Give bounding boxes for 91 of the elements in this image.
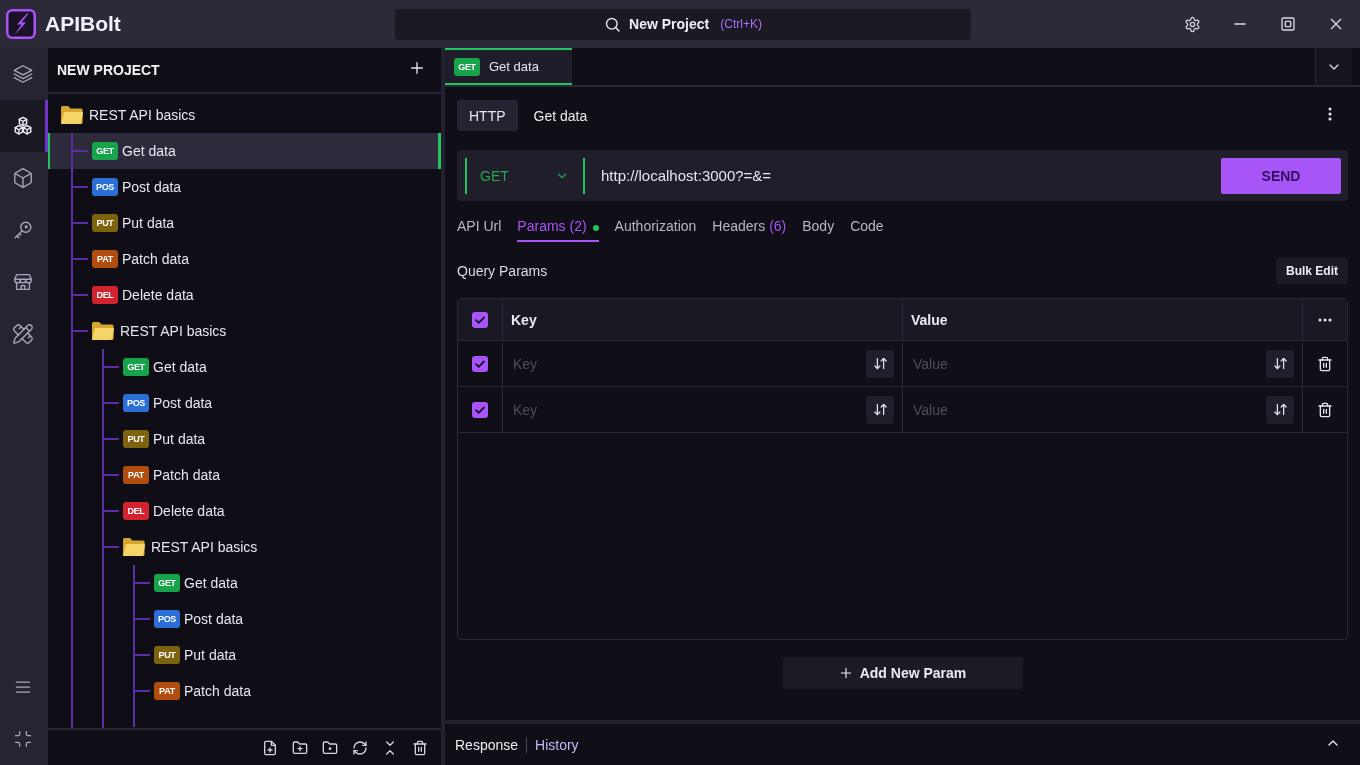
folder-icon xyxy=(61,106,83,124)
logo-icon xyxy=(6,9,36,39)
method-select[interactable]: GET xyxy=(465,157,585,194)
tree-item[interactable]: PUT Put data xyxy=(48,421,441,457)
column-header: Value xyxy=(910,311,948,328)
section-tab[interactable]: Params (2) xyxy=(517,212,599,242)
method-tag: PAT xyxy=(123,466,149,484)
method-tag: PAT xyxy=(92,250,118,268)
protocol-button[interactable]: HTTP xyxy=(457,100,518,131)
sort-button[interactable] xyxy=(866,395,894,424)
add-param-button[interactable]: Add New Param xyxy=(782,657,1023,689)
box-icon xyxy=(11,167,34,189)
layers-icon xyxy=(11,63,34,85)
shrink-icon[interactable] xyxy=(12,729,33,749)
delete-icon[interactable] xyxy=(1317,401,1333,418)
refresh-icon[interactable] xyxy=(352,739,368,756)
section-tab[interactable]: Headers (6) xyxy=(712,212,787,242)
section-tab[interactable]: Authorization xyxy=(614,212,697,242)
method-tag: PUT xyxy=(92,214,118,232)
value-input[interactable]: Value xyxy=(913,401,1260,418)
sort-icon xyxy=(1272,356,1288,371)
plus-icon xyxy=(838,666,853,680)
tree-item[interactable]: PUT Put data xyxy=(48,205,441,241)
url-input[interactable]: http://localhost:3000?=&= xyxy=(601,167,1221,184)
trash-icon[interactable] xyxy=(412,739,428,756)
sort-icon xyxy=(1272,402,1288,417)
method-tag: DEL xyxy=(92,286,118,304)
maximize-icon[interactable] xyxy=(1280,16,1296,32)
delete-icon[interactable] xyxy=(1317,355,1333,372)
tree-item[interactable]: GET Get data xyxy=(48,133,441,169)
method-tag: GET xyxy=(92,142,118,160)
close-icon[interactable] xyxy=(1328,16,1344,32)
tree-item[interactable]: POS Post data xyxy=(48,601,441,637)
folder-icon xyxy=(123,538,145,556)
tree-item[interactable]: REST API basics xyxy=(48,529,441,565)
panel-tab[interactable]: Response xyxy=(455,736,519,753)
app-title: APIBolt xyxy=(45,12,121,36)
tree-item[interactable]: PAT Patch data xyxy=(48,457,441,493)
send-button[interactable]: SEND xyxy=(1221,157,1341,194)
store-icon xyxy=(11,271,34,293)
search-icon xyxy=(604,15,622,33)
method-tag: PUT xyxy=(123,430,149,448)
tree-item[interactable]: PAT Patch data xyxy=(48,673,441,709)
tree-item[interactable]: POS Post data xyxy=(48,385,441,421)
tree-item[interactable]: PUT Put data xyxy=(48,637,441,673)
bulk-edit-button[interactable]: Bulk Edit xyxy=(1276,258,1348,284)
tree-item[interactable]: GET Get data xyxy=(48,349,441,385)
request-name: Get data xyxy=(533,107,588,124)
method-tag: PAT xyxy=(154,682,180,700)
row-checkbox[interactable] xyxy=(472,355,488,372)
method-tag: PUT xyxy=(154,646,180,664)
value-input[interactable]: Value xyxy=(913,355,1260,372)
tree-item[interactable]: POS Post data xyxy=(48,169,441,205)
column-header: Key xyxy=(510,311,537,328)
method-tag: GET xyxy=(123,358,149,376)
tree-item[interactable]: DEL Delete data xyxy=(48,277,441,313)
settings-icon[interactable] xyxy=(1183,15,1201,33)
add-icon[interactable] xyxy=(409,60,425,76)
pencil-ruler-icon xyxy=(11,323,34,345)
method-tag: POS xyxy=(154,610,180,628)
panel-tab[interactable]: History xyxy=(535,736,579,753)
key-input[interactable]: Key xyxy=(513,355,860,372)
folder-icon xyxy=(92,322,114,340)
method-tag: POS xyxy=(92,178,118,196)
method-tag: DEL xyxy=(123,502,149,520)
tree-item[interactable]: PAT Patch data xyxy=(48,241,441,277)
sort-button[interactable] xyxy=(1266,349,1294,378)
tree-item[interactable]: GET Get data xyxy=(48,565,441,601)
request-tab[interactable]: GET Get data xyxy=(445,48,572,85)
key-input[interactable]: Key xyxy=(513,401,860,418)
tree-item[interactable]: REST API basics xyxy=(48,313,441,349)
section-tab[interactable]: Body xyxy=(802,212,835,242)
sort-icon xyxy=(872,402,888,417)
activity-bar-button[interactable] xyxy=(0,100,48,152)
new-folder-icon[interactable] xyxy=(292,739,308,756)
sort-button[interactable] xyxy=(866,349,894,378)
tree-item[interactable]: REST API basics xyxy=(48,97,441,133)
row-checkbox[interactable] xyxy=(472,401,488,418)
tree-item[interactable]: DEL Delete data xyxy=(48,493,441,529)
method-tag: GET xyxy=(154,574,180,592)
search-field[interactable]: New Project (Ctrl+K) xyxy=(395,8,971,40)
section-tab[interactable]: Code xyxy=(850,212,884,242)
section-tab[interactable]: API Url xyxy=(457,212,502,242)
sort-icon xyxy=(872,356,888,371)
select-all-checkbox[interactable] xyxy=(472,311,488,328)
new-file-icon[interactable] xyxy=(262,739,278,756)
sidebar-title: NEW PROJECT xyxy=(57,62,160,78)
method-tag: GET xyxy=(454,57,480,76)
method-tag: POS xyxy=(123,394,149,412)
sort-button[interactable] xyxy=(1266,395,1294,424)
section-title: Query Params xyxy=(457,263,548,279)
